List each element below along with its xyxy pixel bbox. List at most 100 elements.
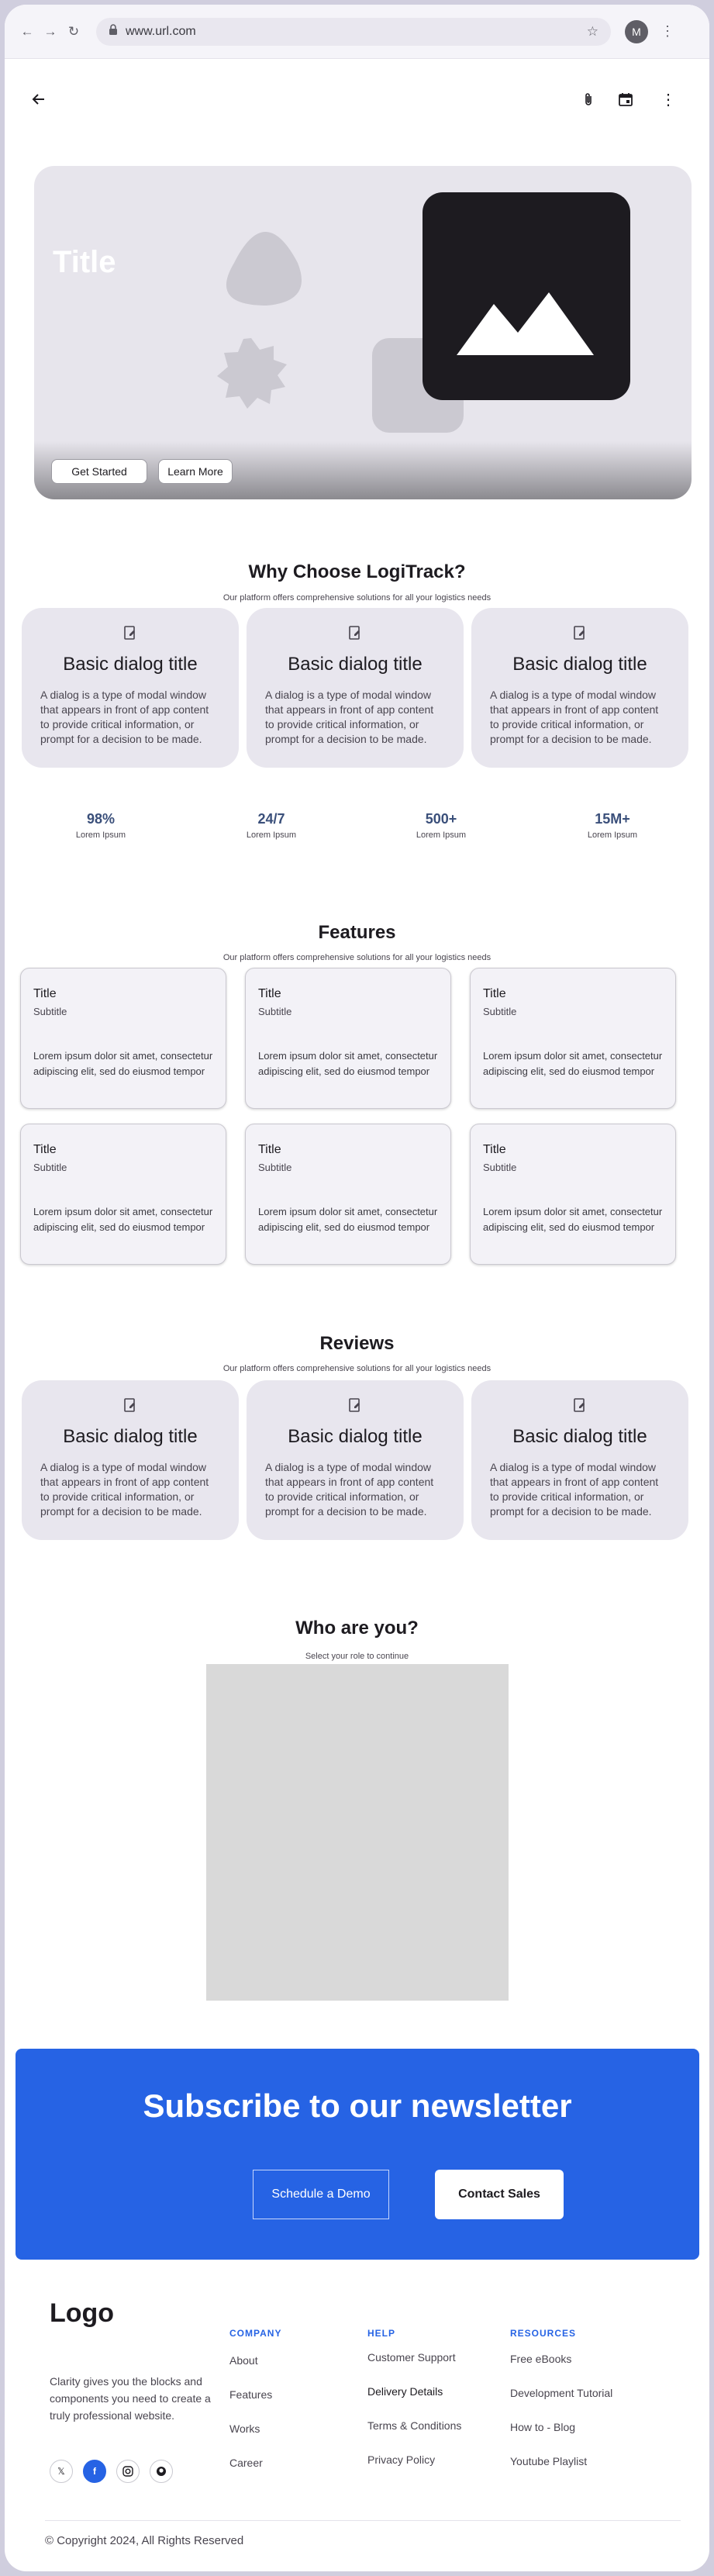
feature-card[interactable]: Title Subtitle Lorem ipsum dolor sit amet,… <box>245 968 451 1109</box>
lock-icon <box>109 24 118 39</box>
feature-card[interactable]: Title Subtitle Lorem ipsum dolor sit amet,… <box>20 1124 226 1265</box>
feature-card[interactable]: Title Subtitle Lorem ipsum dolor sit amet,… <box>245 1124 451 1265</box>
footer-link[interactable]: Terms & Conditions <box>367 2419 461 2432</box>
calendar-icon[interactable] <box>615 88 636 110</box>
card-body: Lorem ipsum dolor sit amet, consectetur … <box>483 1050 663 1077</box>
why-card: Basic dialog title A dialog is a type of… <box>22 608 239 768</box>
feature-card[interactable]: Title Subtitle Lorem ipsum dolor sit amet,… <box>470 1124 676 1265</box>
star-icon[interactable]: ☆ <box>587 24 598 40</box>
card-body: Lorem ipsum dolor sit amet, consectetur … <box>483 1206 663 1233</box>
card-title: Basic dialog title <box>512 654 647 675</box>
card-title: Title <box>483 1143 506 1156</box>
footer-link[interactable]: Development Tutorial <box>510 2387 612 2399</box>
twitter-icon[interactable]: 𝕏 <box>50 2460 73 2483</box>
avatar[interactable]: M <box>625 19 648 43</box>
card-subtitle: Subtitle <box>258 1162 292 1173</box>
stat-value: 98% <box>86 811 116 827</box>
footer-logo[interactable]: Logo <box>50 2298 114 2329</box>
stat: 98% Lorem Ipsum <box>23 811 178 840</box>
card-body: A dialog is a type of modal window that … <box>265 689 434 745</box>
card-body: Lorem ipsum dolor sit amet, consectetur … <box>258 1206 438 1233</box>
who-title: Who are you? <box>295 1618 419 1638</box>
review-card: Basic dialog title A dialog is a type of… <box>22 1380 239 1540</box>
card-body: Lorem ipsum dolor sit amet, consectetur … <box>258 1050 438 1077</box>
stat: 24/7 Lorem Ipsum <box>194 811 349 840</box>
card-title: Title <box>483 987 506 1000</box>
reload-icon[interactable]: ↻ <box>64 22 84 42</box>
footer-link[interactable]: Delivery Details <box>367 2385 443 2398</box>
edit-note-icon <box>348 626 362 644</box>
card-body: Lorem ipsum dolor sit amet, consectetur … <box>33 1050 213 1077</box>
facebook-icon[interactable]: f <box>83 2460 106 2483</box>
footer-link[interactable]: Privacy Policy <box>367 2453 435 2466</box>
card-subtitle: Subtitle <box>483 1162 517 1173</box>
card-title: Basic dialog title <box>288 1426 423 1447</box>
footer-link[interactable]: Works <box>229 2422 260 2435</box>
hero-title: Title <box>53 245 116 279</box>
footer-link[interactable]: Features <box>229 2388 272 2401</box>
card-title: Title <box>258 1143 281 1156</box>
browser-toolbar: ← → ↻ www.url.com ☆ M ⋮ <box>5 5 709 59</box>
contact-sales-button[interactable]: Contact Sales <box>435 2170 564 2219</box>
edit-note-icon <box>573 626 587 644</box>
role-selector-placeholder[interactable] <box>206 1664 509 2001</box>
card-title: Title <box>258 987 281 1000</box>
card-subtitle: Subtitle <box>33 1162 67 1173</box>
footer-heading-company: COMPANY <box>229 2328 282 2339</box>
footer-link[interactable]: Customer Support <box>367 2351 456 2364</box>
stat: 15M+ Lorem Ipsum <box>535 811 690 840</box>
why-title: Why Choose LogiTrack? <box>248 561 466 582</box>
review-card: Basic dialog title A dialog is a type of… <box>471 1380 688 1540</box>
card-title: Basic dialog title <box>63 654 198 675</box>
reviews-subtitle: Our platform offers comprehensive soluti… <box>222 1364 492 1373</box>
footer-link[interactable]: Youtube Playlist <box>510 2455 587 2467</box>
more-vert-icon[interactable]: ⋮ <box>657 88 679 110</box>
menu-dots-icon[interactable]: ⋮ <box>657 22 678 42</box>
footer-link[interactable]: About <box>229 2354 258 2367</box>
who-subtitle: Select your role to continue <box>305 1652 409 1661</box>
why-card: Basic dialog title A dialog is a type of… <box>471 608 688 768</box>
instagram-icon[interactable] <box>116 2460 140 2483</box>
features-title: Features <box>318 922 396 943</box>
edit-note-icon <box>123 1398 137 1416</box>
address-bar[interactable]: www.url.com ☆ <box>96 17 611 46</box>
get-started-button[interactable]: Get Started <box>51 459 147 484</box>
back-arrow-icon[interactable]: ← <box>17 22 37 42</box>
back-arrow-icon[interactable] <box>28 88 50 110</box>
schedule-demo-button[interactable]: Schedule a Demo <box>253 2170 389 2219</box>
github-icon[interactable] <box>150 2460 173 2483</box>
app-top-bar: ⋮ <box>5 59 709 136</box>
card-body: A dialog is a type of modal window that … <box>490 689 659 745</box>
newsletter-title: Subscribe to our newsletter <box>143 2087 572 2124</box>
footer-link[interactable]: Free eBooks <box>510 2353 571 2365</box>
reviews-title: Reviews <box>319 1333 395 1354</box>
footer-heading-resources: RESOURCES <box>510 2328 577 2339</box>
stat-label: Lorem Ipsum <box>75 830 126 840</box>
card-body: A dialog is a type of modal window that … <box>40 689 209 745</box>
card-subtitle: Subtitle <box>483 1006 517 1017</box>
feature-card[interactable]: Title Subtitle Lorem ipsum dolor sit amet,… <box>470 968 676 1109</box>
card-title: Basic dialog title <box>63 1426 198 1447</box>
feature-card[interactable]: Title Subtitle Lorem ipsum dolor sit amet,… <box>20 968 226 1109</box>
footer-blurb: Clarity gives you the blocks and compone… <box>50 2375 211 2422</box>
footer-link[interactable]: How to - Blog <box>510 2421 575 2433</box>
forward-arrow-icon[interactable]: → <box>40 22 60 42</box>
card-body: Lorem ipsum dolor sit amet, consectetur … <box>33 1206 213 1233</box>
footer-divider <box>45 2520 681 2521</box>
footer-link[interactable]: Career <box>229 2457 263 2469</box>
url-text: www.url.com <box>126 24 196 38</box>
card-title: Title <box>33 1143 57 1156</box>
card-subtitle: Subtitle <box>33 1006 67 1017</box>
attachment-icon[interactable] <box>578 88 599 110</box>
copyright-text: © Copyright 2024, All Rights Reserved <box>45 2534 244 2547</box>
review-card: Basic dialog title A dialog is a type of… <box>247 1380 464 1540</box>
stat-value: 500+ <box>425 811 457 827</box>
card-title: Basic dialog title <box>512 1426 647 1447</box>
learn-more-button[interactable]: Learn More <box>158 459 233 484</box>
card-body: A dialog is a type of modal window that … <box>40 1461 209 1518</box>
newsletter-section: Subscribe to our newsletter Schedule a D… <box>16 2049 699 2260</box>
edit-note-icon <box>348 1398 362 1416</box>
why-card: Basic dialog title A dialog is a type of… <box>247 608 464 768</box>
card-subtitle: Subtitle <box>258 1006 292 1017</box>
stat-label: Lorem Ipsum <box>246 830 297 840</box>
